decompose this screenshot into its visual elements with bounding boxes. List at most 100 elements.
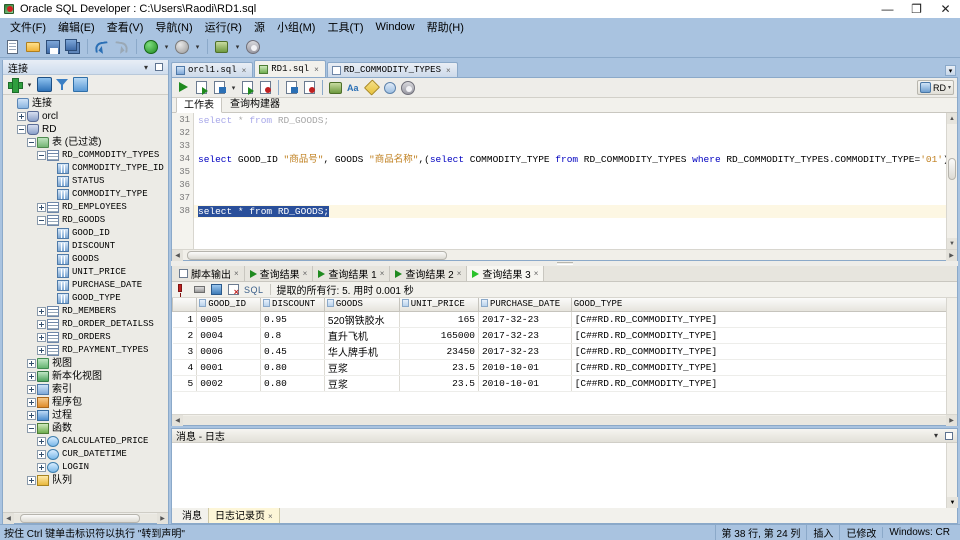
menu-navigate[interactable]: 导航(N) <box>149 18 198 36</box>
close-result-tab-icon[interactable]: × <box>534 269 539 278</box>
editor-tab[interactable]: RD1.sql × <box>254 60 326 77</box>
tree-node[interactable]: RD_COMMODITY_TYPES <box>3 149 168 162</box>
scroll-left-icon[interactable]: ◀ <box>172 249 183 261</box>
table-row[interactable]: 2 0004 0.8 直升飞机 165000 2017-32-23 [C##RD.RD_CO… <box>172 327 957 344</box>
tree-expander-icon[interactable] <box>27 138 36 147</box>
team-icon[interactable] <box>213 38 231 56</box>
grid-cell[interactable]: 0001 <box>196 359 262 376</box>
to-upper-case-icon[interactable] <box>327 79 344 96</box>
tree-node[interactable]: 队列 <box>3 474 168 487</box>
grid-column-header[interactable]: GOOD_ID <box>196 298 262 312</box>
tree-expander-icon[interactable] <box>27 385 36 394</box>
message-log-vscrollbar[interactable]: ▼ <box>946 443 958 508</box>
grid-cell[interactable]: 0.80 <box>260 359 325 376</box>
grid-cell[interactable]: 0.80 <box>260 375 325 392</box>
code-line[interactable] <box>194 192 946 205</box>
refresh-icon[interactable] <box>73 77 88 92</box>
scroll-right-icon[interactable]: ▶ <box>946 249 957 261</box>
connection-dropdown-icon[interactable]: ▾ <box>25 76 34 94</box>
tree-node[interactable]: 表 (已过滤) <box>3 136 168 149</box>
navigate-forward-icon[interactable] <box>142 38 160 56</box>
results-hscroll-track[interactable] <box>183 415 946 425</box>
message-log-dropdown-icon[interactable]: ▾ <box>931 431 941 441</box>
new-file-icon[interactable] <box>4 38 22 56</box>
grid-cell[interactable]: 2017-32-23 <box>478 311 572 328</box>
tree-expander-icon[interactable] <box>17 125 26 134</box>
tree-expander-icon[interactable] <box>37 216 46 225</box>
tree-expander-icon[interactable] <box>37 437 46 446</box>
tree-expander-icon[interactable] <box>27 411 36 420</box>
message-log-pin-icon[interactable] <box>944 431 954 441</box>
add-connection-icon[interactable] <box>7 77 23 93</box>
clear-worksheet-icon[interactable] <box>301 79 318 96</box>
tree-node[interactable]: COMMODITY_TYPE_ID <box>3 162 168 175</box>
grid-cell[interactable]: 2017-32-23 <box>478 343 572 360</box>
navigate-back-dropdown-icon[interactable]: ▾ <box>193 38 202 56</box>
code-line[interactable] <box>194 140 946 153</box>
clear-results-icon[interactable] <box>227 283 240 297</box>
grid-cell[interactable]: 23.5 <box>399 375 479 392</box>
autotrace-dropdown-icon[interactable]: ▾ <box>229 79 238 97</box>
grid-cell[interactable]: 0.8 <box>260 327 325 344</box>
grid-cell[interactable]: 华人牌手机 <box>324 343 400 360</box>
connections-tree[interactable]: 连接 orcl RD 表 (已过滤) RD_COMMODITY_TYPES COMMODI… <box>3 95 168 512</box>
rollback-icon[interactable] <box>257 79 274 96</box>
message-log-body[interactable]: ▼ <box>172 443 958 508</box>
grid-cell[interactable]: 0005 <box>196 311 262 328</box>
tree-node[interactable]: 连接 <box>3 97 168 110</box>
grid-cell[interactable]: 豆浆 <box>324 375 400 392</box>
tree-expander-icon[interactable] <box>27 476 36 485</box>
tree-node[interactable]: RD_ORDERS <box>3 331 168 344</box>
scroll-right-icon[interactable]: ▶ <box>946 414 957 426</box>
panel-pin-icon[interactable] <box>154 62 164 72</box>
result-tab[interactable]: 查询结果 3 × <box>467 266 545 281</box>
tree-node[interactable]: CUR_DATETIME <box>3 448 168 461</box>
grid-cell[interactable]: 165 <box>399 311 479 328</box>
grid-cell[interactable]: [C##RD.RD_COMMODITY_TYPE] <box>571 311 957 328</box>
row-number[interactable]: 2 <box>172 327 198 344</box>
grid-cell[interactable]: [C##RD.RD_COMMODITY_TYPE] <box>571 359 957 376</box>
tree-expander-icon[interactable] <box>37 203 46 212</box>
tree-node[interactable]: RD_PAYMENT_TYPES <box>3 344 168 357</box>
tree-node[interactable]: DISCOUNT <box>3 240 168 253</box>
code-line[interactable] <box>194 127 946 140</box>
results-vscrollbar[interactable] <box>946 298 957 414</box>
menu-edit[interactable]: 编辑(E) <box>52 18 101 36</box>
grid-column-header[interactable]: DISCOUNT <box>260 298 325 312</box>
chevron-down-icon[interactable]: ▾ <box>948 84 951 91</box>
close-button[interactable]: ✕ <box>931 0 960 18</box>
scroll-left-icon[interactable]: ◀ <box>172 414 183 426</box>
panel-dropdown-icon[interactable]: ▾ <box>141 62 151 72</box>
table-row[interactable]: 1 0005 0.95 520钢铁胶水 165 2017-32-23 [C##RD.RD_C… <box>172 311 957 328</box>
grid-cell[interactable]: 23450 <box>399 343 479 360</box>
tree-node[interactable]: STATUS <box>3 175 168 188</box>
code-line[interactable] <box>194 179 946 192</box>
team-dropdown-icon[interactable]: ▾ <box>233 38 242 56</box>
tree-expander-icon[interactable] <box>27 424 36 433</box>
code-line[interactable] <box>194 166 946 179</box>
tree-node[interactable]: RD_ORDER_DETAILSS <box>3 318 168 331</box>
close-result-tab-icon[interactable]: × <box>380 269 385 278</box>
code-editor[interactable]: 31 32 33 34 35 36 37 38 select * from RD_GOODS;… <box>172 113 957 249</box>
menu-file[interactable]: 文件(F) <box>4 18 52 36</box>
tree-node[interactable]: 过程 <box>3 409 168 422</box>
grid-cell[interactable]: 豆浆 <box>324 359 400 376</box>
result-tab[interactable]: 脚本输出 × <box>174 266 245 281</box>
close-result-tab-icon[interactable]: × <box>457 269 462 278</box>
format-sql-icon[interactable]: Aa <box>345 79 362 96</box>
code-line[interactable]: select * from RD_GOODS; <box>194 205 946 218</box>
tree-node[interactable]: GOOD_ID <box>3 227 168 240</box>
tree-node[interactable]: 新本化视图 <box>3 370 168 383</box>
close-message-tab-icon[interactable]: × <box>268 512 273 521</box>
grid-cell[interactable]: 0004 <box>196 327 262 344</box>
grid-cell[interactable]: 0.45 <box>260 343 325 360</box>
vscroll-thumb[interactable] <box>948 158 956 181</box>
settings-icon[interactable] <box>244 38 262 56</box>
row-number[interactable]: 5 <box>172 375 198 392</box>
hscroll-thumb[interactable] <box>20 513 140 523</box>
open-file-icon[interactable] <box>24 38 42 56</box>
table-row[interactable]: 5 0002 0.80 豆浆 23.5 2010-10-01 [C##RD.RD_COMMO… <box>172 375 957 392</box>
save-all-icon[interactable] <box>64 38 82 56</box>
editor-vscrollbar[interactable]: ▲ ▼ <box>946 113 957 249</box>
results-hscrollbar[interactable]: ◀ ▶ <box>172 414 957 426</box>
